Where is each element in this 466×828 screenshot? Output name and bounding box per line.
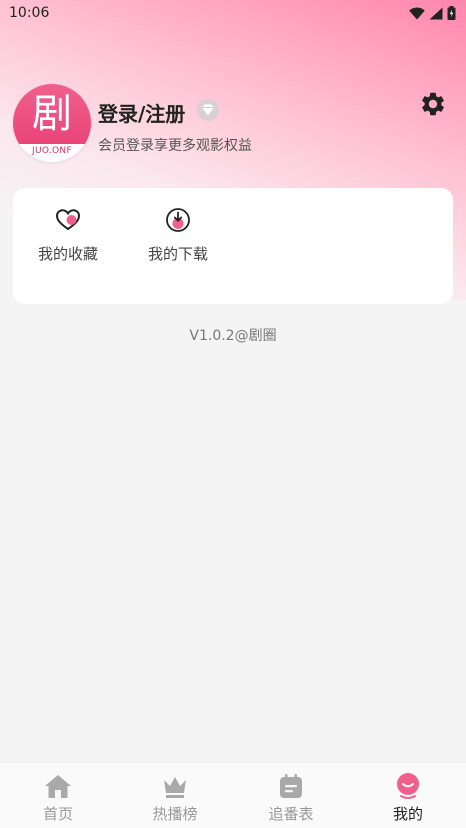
quick-actions-card: 我的收藏 我的下载 [13, 188, 453, 304]
my-favorites-button[interactable]: 我的收藏 [23, 206, 113, 276]
tab-hot-ranking-label: 热播榜 [152, 805, 198, 823]
heart-icon [54, 206, 82, 234]
vip-diamond-icon [197, 99, 219, 121]
download-icon [164, 206, 192, 234]
calendar-icon [276, 772, 306, 800]
status-icons [409, 6, 456, 20]
tab-mine-label: 我的 [392, 805, 423, 823]
battery-icon [447, 6, 456, 20]
my-favorites-label: 我的收藏 [37, 245, 98, 263]
bottom-tab-bar: 首页 热播榜 追番表 我的 [0, 762, 466, 828]
tab-home-label: 首页 [42, 805, 73, 823]
login-subtitle: 会员登录享更多观影权益 [98, 138, 252, 154]
gear-icon[interactable] [419, 90, 447, 118]
crown-icon [160, 772, 190, 800]
avatar-logo-char: 剧 [32, 91, 72, 137]
home-icon [43, 772, 73, 800]
profile-section: 剧 JUO.ONF 登录/注册 会员登录享更多观影权益 [13, 84, 453, 164]
version-text: V1.0.2@剧圈 [189, 328, 277, 344]
avatar-logo: 剧 [13, 84, 91, 144]
tab-home[interactable]: 首页 [0, 763, 116, 828]
avatar-logo-text: JUO.ONF [32, 146, 72, 156]
signal-icon [429, 7, 443, 19]
tab-schedule-label: 追番表 [268, 805, 314, 823]
status-bar: 10:06 [0, 0, 466, 26]
login-register-link[interactable]: 登录/注册 [98, 98, 185, 127]
my-downloads-label: 我的下载 [147, 245, 208, 263]
tab-hot-ranking[interactable]: 热播榜 [117, 763, 233, 828]
wifi-icon [409, 6, 425, 19]
profile-icon [393, 772, 423, 800]
avatar[interactable]: 剧 JUO.ONF [13, 84, 91, 162]
tab-mine[interactable]: 我的 [350, 763, 466, 828]
status-time: 10:06 [9, 5, 50, 21]
tab-schedule[interactable]: 追番表 [233, 763, 349, 828]
my-downloads-button[interactable]: 我的下载 [133, 206, 223, 276]
